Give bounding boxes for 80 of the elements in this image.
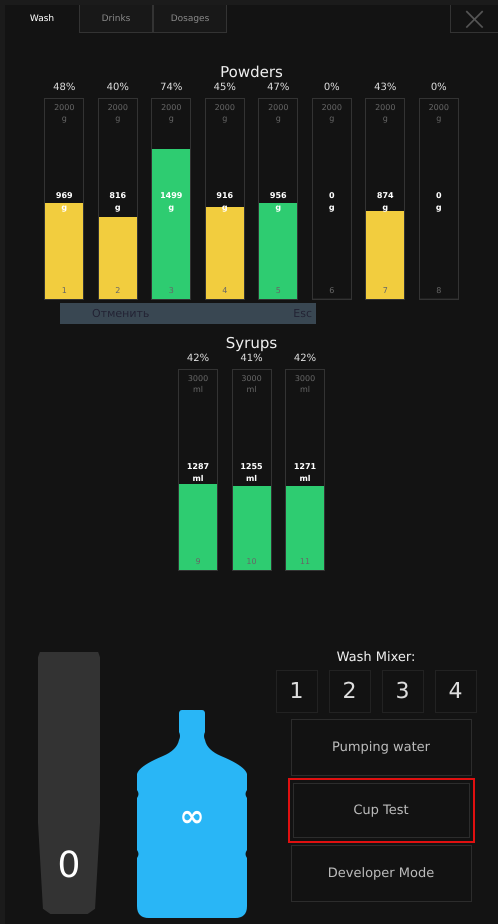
section-title: Syrups	[226, 333, 278, 353]
amount-value: 874	[376, 190, 395, 202]
amount-unit: g	[167, 202, 176, 214]
tank-number: 11	[298, 557, 312, 567]
tab[interactable]: Dosages	[153, 5, 227, 33]
amount-value: 1271	[292, 461, 318, 473]
amount-unit: ml	[191, 473, 205, 485]
amount-value: 1287	[186, 461, 210, 473]
capacity-unit: g	[114, 113, 122, 124]
capacity-value: 3000	[186, 373, 210, 384]
mixer-button[interactable]: 3	[382, 670, 424, 713]
amount-value: 1499	[159, 190, 184, 202]
percent-label: 0%	[430, 82, 447, 94]
capacity-unit: g	[274, 113, 282, 124]
percent-label: 43%	[374, 82, 396, 94]
amount-unit: g	[328, 202, 336, 214]
amount-value: 0	[328, 190, 336, 202]
percent-label: 42%	[186, 353, 210, 365]
percent-label: 41%	[240, 353, 263, 365]
capacity-value: 2000	[53, 102, 76, 113]
capacity-unit: ml	[298, 384, 311, 395]
percent-label: 47%	[267, 82, 290, 94]
capacity-value: 2000	[106, 102, 129, 113]
tank-number: 7	[382, 286, 389, 296]
amount-unit: g	[114, 202, 122, 214]
amount-unit: g	[381, 202, 390, 214]
percent-label: 48%	[53, 82, 76, 94]
tank-number: 6	[328, 286, 336, 296]
capacity-unit: ml	[192, 384, 204, 395]
tank-number: 2	[114, 286, 122, 296]
capacity-value: 3000	[294, 373, 316, 384]
section-title: Powders	[220, 62, 283, 82]
tank-number: 5	[274, 286, 282, 296]
amount-value: 1255	[239, 461, 264, 473]
amount-unit: ml	[298, 473, 312, 485]
mixer-title: Wash Mixer:	[336, 650, 416, 666]
tank-number: 10	[245, 557, 258, 567]
amount-unit: ml	[244, 473, 258, 485]
mixer-button[interactable]: 4	[434, 670, 476, 713]
percent-label: 45%	[214, 82, 236, 94]
mixer-button[interactable]: 2	[328, 670, 370, 713]
action-button[interactable]: Cup Test	[288, 778, 474, 843]
action-button[interactable]: Developer Mode	[290, 845, 472, 902]
water-bottle-icon	[137, 710, 247, 918]
capacity-unit: g	[328, 113, 336, 124]
tank-number: 8	[435, 286, 442, 296]
capacity-unit: g	[221, 113, 228, 124]
water-amount: ∞	[180, 802, 204, 832]
amount-unit: g	[60, 202, 68, 214]
capacity-unit: g	[60, 113, 68, 124]
capacity-unit: ml	[245, 384, 258, 395]
action-button[interactable]: Pumping water	[290, 719, 472, 776]
tank-number: 3	[168, 286, 175, 296]
amount-value: 916	[215, 190, 234, 202]
amount-value: 816	[108, 190, 128, 202]
tank-number: 9	[194, 557, 202, 567]
capacity-value: 2000	[428, 102, 450, 113]
percent-label: 42%	[294, 353, 316, 365]
capacity-unit: g	[168, 113, 175, 124]
amount-value: 969	[54, 190, 74, 202]
capacity-value: 2000	[267, 102, 290, 113]
percent-label: 74%	[160, 82, 182, 94]
tank-number: 1	[60, 286, 68, 296]
tab[interactable]: Drinks	[79, 5, 153, 33]
cup-counter: 0	[38, 652, 100, 914]
capacity-unit: g	[382, 113, 389, 124]
capacity-value: 2000	[160, 102, 182, 113]
percent-label: 40%	[106, 82, 129, 94]
amount-unit: g	[434, 202, 443, 214]
amount-value: 956	[268, 190, 288, 202]
amount-unit: g	[274, 202, 282, 214]
capacity-value: 2000	[214, 102, 236, 113]
capacity-unit: g	[435, 113, 442, 124]
mixer-button[interactable]: 1	[276, 670, 318, 713]
capacity-value: 2000	[374, 102, 396, 113]
percent-label: 0%	[324, 82, 340, 94]
tank-number: 4	[221, 286, 228, 296]
capacity-value: 2000	[320, 102, 343, 113]
capacity-value: 3000	[240, 373, 263, 384]
amount-value: 0	[434, 190, 443, 202]
